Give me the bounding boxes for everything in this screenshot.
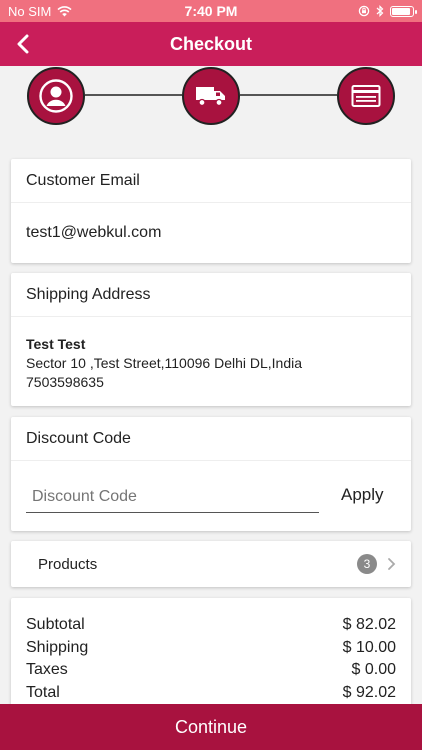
products-label: Products [38, 555, 98, 573]
wifi-icon [57, 5, 72, 16]
discount-card: Discount Code Apply [11, 417, 411, 531]
discount-code-input[interactable] [26, 481, 319, 513]
apply-button[interactable]: Apply [341, 485, 384, 505]
products-row[interactable]: Products 3 [11, 541, 411, 587]
step-shipping[interactable] [182, 67, 240, 125]
address-name: Test Test [26, 336, 86, 352]
step-connector [240, 94, 337, 96]
checkout-stepper [0, 66, 422, 126]
page-title: Checkout [169, 33, 252, 54]
customer-email-value: test1@webkul.com [26, 224, 162, 241]
bluetooth-icon [376, 5, 384, 17]
total-label: Subtotal [26, 616, 85, 633]
customer-email-card: Customer Email test1@webkul.com [11, 159, 411, 263]
shipping-address-heading: Shipping Address [11, 273, 411, 317]
chevron-left-icon [17, 34, 29, 54]
status-left: No SIM [8, 4, 148, 19]
address-line: Sector 10 ,Test Street,110096 Delhi DL,I… [26, 355, 303, 371]
address-phone: 7503598635 [26, 374, 104, 390]
battery-icon [390, 5, 417, 17]
total-label: Taxes [26, 661, 68, 678]
total-label: Shipping [26, 638, 89, 656]
total-label: Total [26, 683, 60, 701]
products-count-badge: 3 [357, 554, 377, 574]
total-value: $ 10.00 [342, 638, 396, 656]
back-button[interactable] [8, 29, 38, 59]
discount-heading: Discount Code [11, 417, 411, 461]
total-row-shipping: Shipping $ 10.00 [26, 637, 396, 660]
total-row-taxes: Taxes $ 0.00 [26, 659, 396, 682]
status-bar: No SIM 7:40 PM [0, 0, 422, 22]
chevron-right-icon [388, 558, 396, 570]
continue-button[interactable]: Continue [0, 704, 422, 750]
customer-email-heading: Customer Email [11, 159, 411, 203]
payment-card-icon [351, 85, 381, 107]
step-payment[interactable] [337, 67, 395, 125]
step-customer[interactable] [27, 67, 85, 125]
total-value: $ 0.00 [351, 661, 396, 678]
discount-row: Apply [11, 461, 411, 531]
shipping-address-card[interactable]: Shipping Address Test Test Sector 10 ,Te… [11, 273, 411, 406]
total-row-total: Total $ 92.02 [26, 682, 396, 705]
products-row-content: Products 3 [11, 541, 411, 587]
total-value: $ 92.02 [342, 683, 396, 701]
shipping-address-body: Test Test Sector 10 ,Test Street,110096 … [11, 317, 411, 392]
totals-list: Subtotal $ 82.02 Shipping $ 10.00 Taxes … [11, 598, 411, 704]
nav-bar: Checkout [0, 22, 422, 66]
total-value: $ 82.02 [342, 616, 396, 633]
orientation-lock-icon [358, 5, 370, 17]
total-row-subtotal: Subtotal $ 82.02 [26, 614, 396, 637]
status-time: 7:40 PM [184, 3, 238, 19]
truck-icon [196, 87, 225, 107]
status-right [274, 5, 417, 17]
step-connector [85, 94, 182, 96]
carrier-label: No SIM [8, 3, 52, 19]
user-icon [39, 79, 73, 113]
